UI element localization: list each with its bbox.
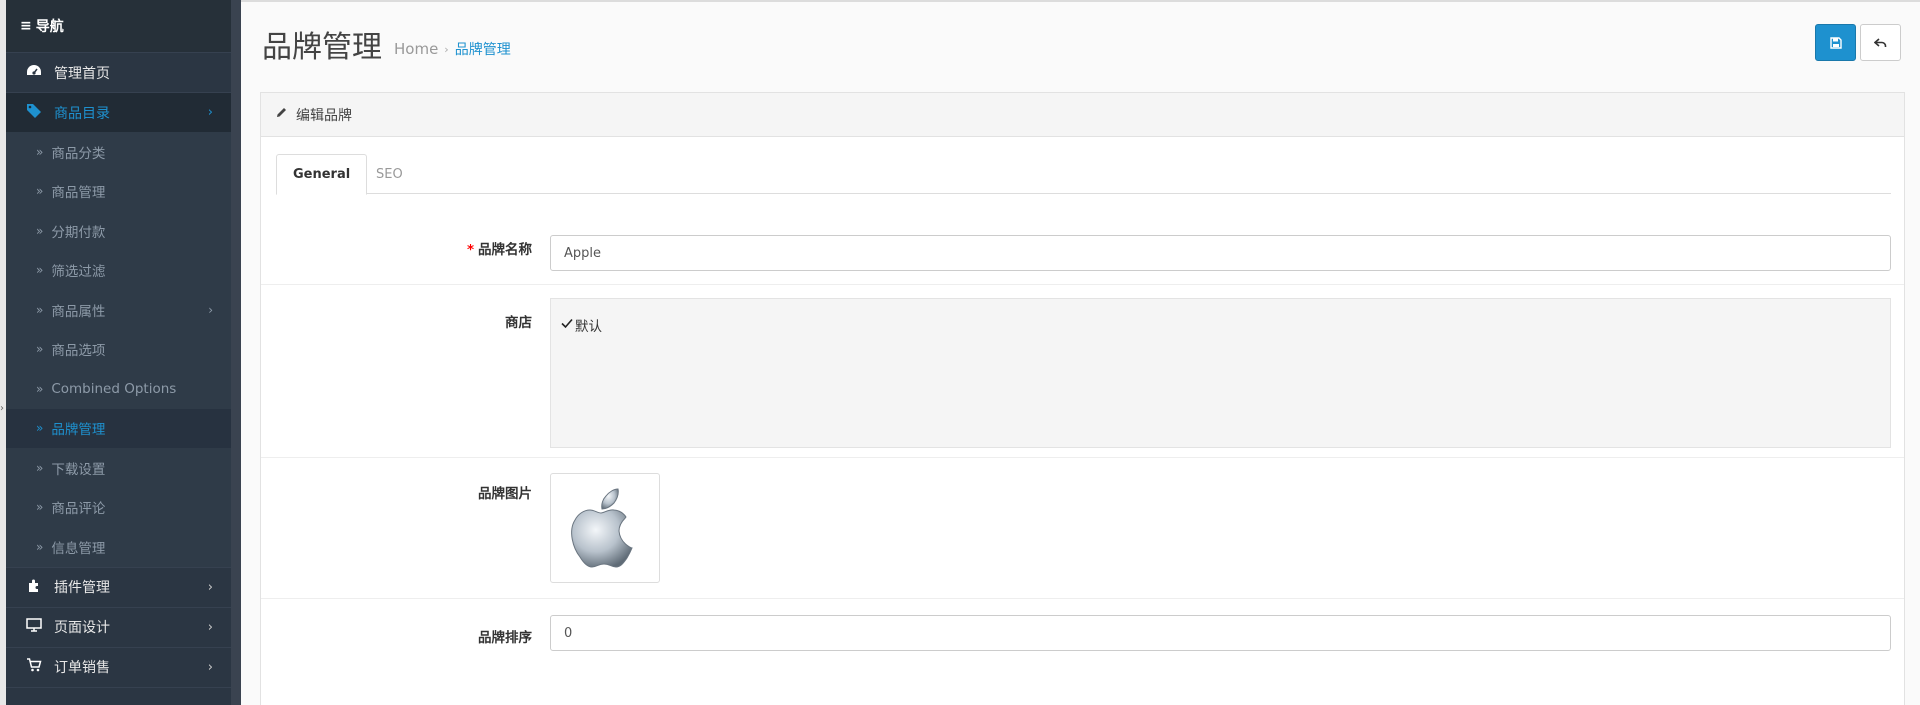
sidebar-subitem-label: 商品分类: [51, 145, 106, 162]
sidebar-scrollbar[interactable]: [231, 0, 241, 705]
form-row-store: 商店 默认: [261, 285, 1904, 458]
nav-header-label: 导航: [35, 19, 64, 35]
dashboard-icon: [24, 64, 44, 82]
sidebar-subitem-reviews[interactable]: » 商品评论: [6, 487, 231, 527]
page-title: 品牌管理: [262, 30, 382, 65]
breadcrumb-current[interactable]: 品牌管理: [455, 39, 511, 59]
store-option-label: 默认: [575, 319, 602, 335]
brand-name-label: * 品牌名称: [467, 238, 532, 258]
sidebar-item-more[interactable]: [6, 686, 231, 705]
sidebar-subitem-label: 品牌管理: [51, 422, 106, 439]
sidebar-item-design[interactable]: 页面设计 ›: [6, 606, 231, 647]
double-chevron-icon: »: [36, 381, 44, 396]
sidebar-subitem-products[interactable]: » 商品管理: [6, 171, 231, 211]
sidebar-item-dashboard[interactable]: 管理首页: [6, 52, 231, 92]
double-chevron-icon: »: [36, 539, 44, 554]
nav-header[interactable]: ≡ 导航: [6, 0, 231, 52]
double-chevron-icon: »: [36, 500, 44, 515]
breadcrumb: Home › 品牌管理: [394, 39, 511, 59]
checkmark-icon: [561, 317, 573, 333]
cart-icon: [24, 658, 44, 676]
sidebar-subitem-installment[interactable]: » 分期付款: [6, 211, 231, 251]
sidebar-subitem-information[interactable]: » 信息管理: [6, 527, 231, 567]
brand-image-label: 品牌图片: [478, 486, 532, 502]
sidebar-subitem-filters[interactable]: » 筛选过滤: [6, 250, 231, 290]
tags-icon: [24, 103, 44, 122]
collapse-arrow-icon[interactable]: ›: [0, 403, 4, 414]
sidebar-subitem-label: 信息管理: [51, 540, 106, 557]
sidebar-subitem-attributes[interactable]: » 商品属性 ›: [6, 290, 231, 330]
double-chevron-icon: »: [36, 302, 44, 317]
main-content: 品牌管理 Home › 品牌管理 编辑品牌 General SEO * 品牌名称 …: [241, 0, 1920, 705]
brand-name-label-text: 品牌名称: [478, 242, 532, 258]
sidebar-subitem-label: 下载设置: [51, 461, 106, 478]
chevron-right-icon: ›: [207, 579, 213, 595]
desktop-icon: [24, 618, 44, 636]
sidebar-subitem-label: Combined Options: [51, 380, 177, 397]
sidebar-subitem-options[interactable]: » 商品选项: [6, 329, 231, 369]
panel-title: 编辑品牌: [296, 107, 352, 124]
double-chevron-icon: »: [36, 144, 44, 159]
double-chevron-icon: »: [36, 263, 44, 278]
panel-heading: 编辑品牌: [261, 93, 1904, 137]
chevron-right-icon: ›: [207, 105, 213, 120]
menu-icon: ≡: [20, 18, 32, 34]
required-marker: *: [466, 242, 474, 258]
tab-seo[interactable]: SEO: [360, 154, 419, 194]
chevron-right-icon: ›: [207, 619, 213, 635]
chevron-right-icon: ›: [208, 302, 213, 317]
sidebar-subitem-label: 商品选项: [51, 343, 106, 360]
edit-brand-panel: 编辑品牌 General SEO *品牌名称 Apple 商店 默认 品牌图片: [260, 92, 1905, 705]
brand-name-input[interactable]: Apple: [550, 235, 1891, 271]
sidebar-item-extensions[interactable]: 插件管理 ›: [6, 566, 231, 607]
breadcrumb-home[interactable]: Home: [394, 40, 438, 58]
sidebar-subitem-label: 分期付款: [51, 224, 106, 241]
sidebar-item-label: 管理首页: [54, 65, 110, 82]
breadcrumb-separator-icon: ›: [444, 42, 449, 56]
sidebar-item-label: 订单销售: [54, 660, 110, 676]
sidebar-subitem-label: 商品属性: [51, 303, 106, 320]
save-button[interactable]: [1815, 24, 1856, 61]
sidebar-item-label: 插件管理: [54, 580, 110, 596]
sidebar-subitem-brands[interactable]: » 品牌管理: [6, 408, 231, 448]
form-row-sort: 品牌排序 0: [261, 599, 1904, 669]
pencil-icon: [275, 106, 288, 123]
sidebar-subitem-downloads[interactable]: » 下载设置: [6, 448, 231, 488]
double-chevron-icon: »: [36, 342, 44, 357]
chevron-right-icon: ›: [207, 659, 213, 675]
double-chevron-icon: »: [36, 223, 44, 238]
sidebar-item-sales[interactable]: 订单销售 ›: [6, 646, 231, 687]
brand-image-thumbnail[interactable]: [550, 473, 660, 583]
double-chevron-icon: »: [36, 184, 44, 199]
puzzle-icon: [24, 578, 44, 597]
sidebar-subitem-category[interactable]: » 商品分类: [6, 132, 231, 172]
form-row-name: * 品牌名称 Apple: [261, 204, 1904, 285]
sidebar-item-label: 商品目录: [54, 105, 110, 122]
sidebar-subitem-label: 商品管理: [51, 185, 106, 202]
save-icon: [1829, 36, 1842, 49]
store-selector: 默认: [550, 298, 1891, 448]
sidebar-item-label: 页面设计: [54, 620, 110, 636]
sidebar: ≡ 导航 管理首页 商品目录 › » 商品分类 » 商品管理 » 分期付款 » 筛选过滤…: [6, 0, 231, 705]
brand-sort-input[interactable]: 0: [550, 615, 1891, 651]
reply-icon: [1874, 37, 1887, 47]
back-button[interactable]: [1860, 24, 1901, 61]
store-default-checkbox[interactable]: 默认: [561, 315, 602, 335]
sidebar-item-catalog[interactable]: 商品目录 ›: [6, 92, 231, 132]
sidebar-subitem-label: 筛选过滤: [51, 264, 106, 281]
double-chevron-icon: »: [36, 460, 44, 475]
apple-logo-icon: [571, 488, 633, 568]
sidebar-subitem-label: 商品评论: [51, 501, 106, 518]
brand-sort-label: 品牌排序: [478, 630, 532, 646]
tab-bar: General SEO: [276, 154, 1891, 195]
double-chevron-icon: »: [36, 421, 44, 436]
sidebar-subitem-combined-options[interactable]: » Combined Options: [6, 369, 231, 409]
form-row-image: 品牌图片: [261, 458, 1904, 599]
tab-general[interactable]: General: [276, 154, 368, 195]
page-header: 品牌管理 Home › 品牌管理: [241, 2, 1920, 77]
store-label: 商店: [505, 315, 532, 331]
